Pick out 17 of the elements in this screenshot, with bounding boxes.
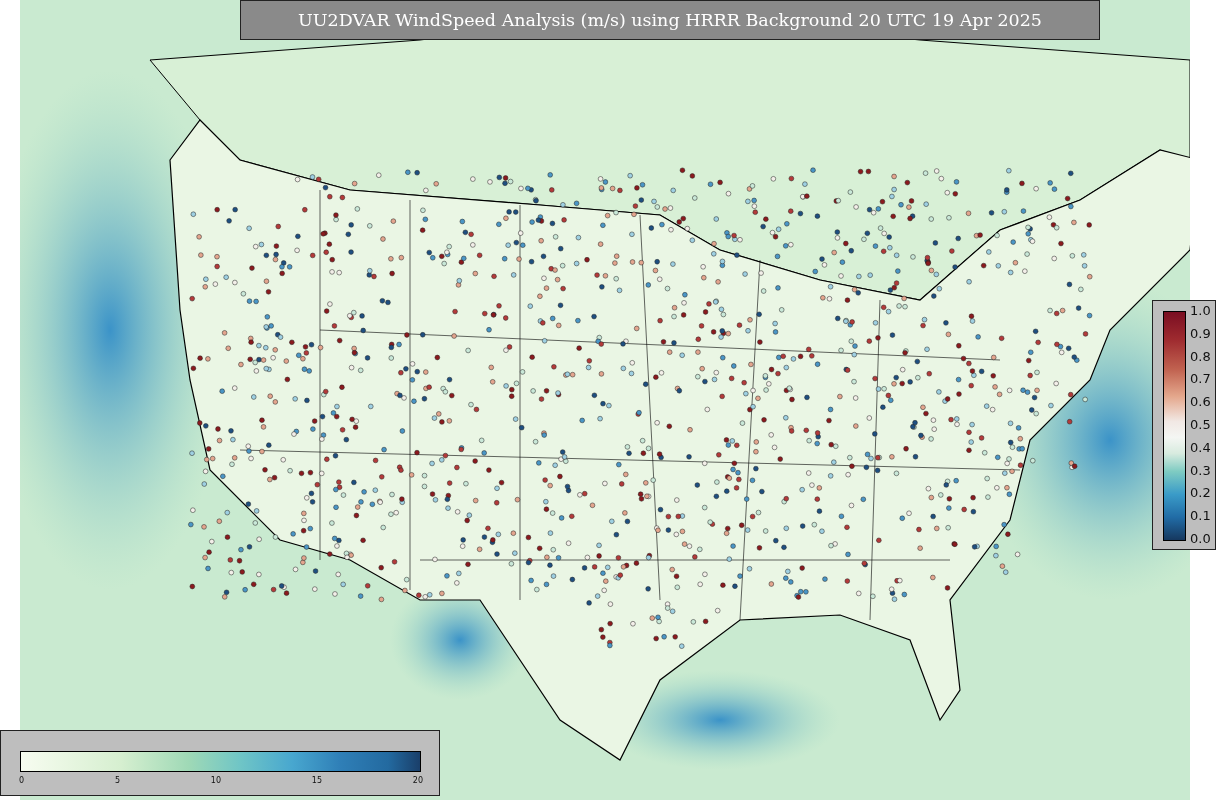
colorbar-tick-label: 5 bbox=[114, 776, 120, 785]
colorbar-tick-label: 0.8 bbox=[1190, 350, 1211, 363]
colorbar-tick-label: 0.2 bbox=[1190, 487, 1211, 500]
colorbar-tick-label: 0.9 bbox=[1190, 327, 1211, 340]
colorbar-tick-label: 0.4 bbox=[1190, 441, 1211, 454]
colorbar-tick-label: 20 bbox=[412, 776, 423, 785]
colorbar-tick-label: 0.3 bbox=[1190, 464, 1211, 477]
colorbar-tick-label: 0.0 bbox=[1190, 532, 1211, 545]
colorbar-tick-label: 10 bbox=[210, 776, 221, 785]
colorbar-tick-label: 0.7 bbox=[1190, 373, 1211, 386]
colorbar-tick-label: 0 bbox=[19, 776, 25, 785]
colorbar-tick-label: 1.0 bbox=[1190, 305, 1211, 317]
colorbar-tick-label: 15 bbox=[311, 776, 322, 785]
colorbar-tick-label: 0.5 bbox=[1190, 419, 1211, 431]
colorbar-tick-label: 0.1 bbox=[1190, 510, 1211, 523]
map-title: UU2DVAR WindSpeed Analysis (m/s) using HRRR Background 20 UTC 19 Apr 2025 bbox=[240, 0, 1100, 40]
colorbar-tick-label: 0.6 bbox=[1190, 396, 1211, 409]
